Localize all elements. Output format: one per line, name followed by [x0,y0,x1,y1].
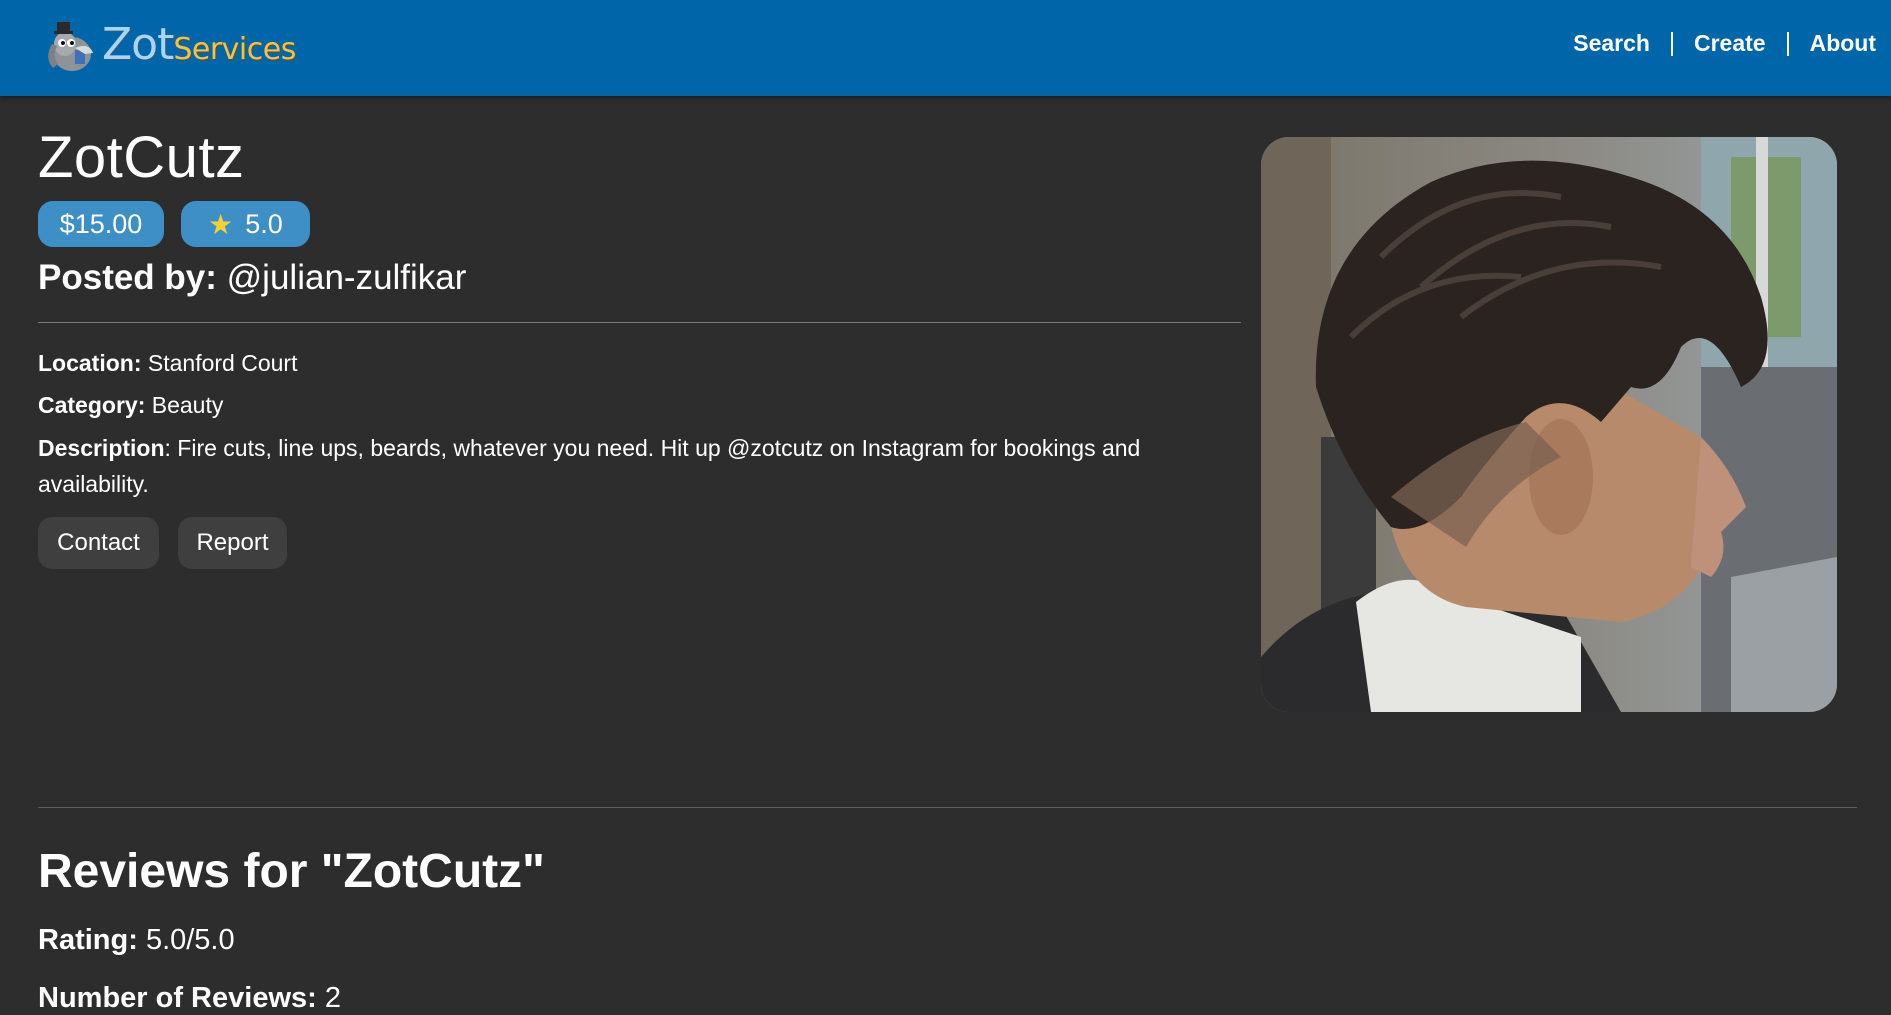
service-title: ZotCutz [38,125,245,190]
star-icon: ★ [208,208,234,240]
reviews-rating: Rating: 5.0/5.0 [38,924,235,957]
description-text: : Fire cuts, line ups, beards, whatever … [38,435,1141,497]
reviews-count: Number of Reviews: 2 [38,982,341,1015]
category-value: Beauty [151,392,224,418]
reviews-rating-value: 5.0/5.0 [145,924,235,956]
reviews-rating-label: Rating: [38,924,138,956]
navbar: Zot Services Search Create About [0,0,1891,96]
posted-by: Posted by: @julian-zulfikar [38,258,466,298]
reviews-heading: Reviews for "ZotCutz" [38,845,545,898]
nav-about-link[interactable]: About [1810,30,1876,57]
price-badge: $15.00 [38,201,164,247]
nav-divider [1786,31,1789,56]
description-label: Description [38,435,165,461]
nav-search-link[interactable]: Search [1573,30,1650,57]
location-row: Location: Stanford Court [38,345,297,381]
reviews-count-label: Number of Reviews: [38,982,317,1014]
location-label: Location: [38,350,142,376]
service-photo [1261,137,1837,712]
category-row: Category: Beauty [38,387,223,423]
rating-value: 5.0 [245,208,283,239]
reviews-count-value: 2 [324,982,341,1014]
brand-logo[interactable]: Zot Services [44,14,296,74]
anteater-mascot-icon [48,22,93,71]
haircut-photo-illustration [1261,137,1837,712]
section-divider [38,807,1857,808]
posted-by-user[interactable]: @julian-zulfikar [227,258,467,297]
rating-badge: ★ 5.0 [181,201,310,247]
brand-wordmark-zot: Zot [102,18,174,70]
report-button[interactable]: Report [178,517,287,569]
location-value: Stanford Court [147,350,298,376]
price-value: $15.00 [59,208,143,239]
nav-create-link[interactable]: Create [1694,30,1766,57]
category-label: Category: [38,392,146,418]
details-divider [38,322,1241,323]
posted-by-label: Posted by: [38,258,217,297]
description-row: Description: Fire cuts, line ups, beards… [38,430,1218,502]
contact-button[interactable]: Contact [38,517,159,569]
brand-wordmark-services: Services [173,31,296,67]
nav-divider [1670,31,1673,56]
nav-links: Search Create About [1573,30,1876,57]
